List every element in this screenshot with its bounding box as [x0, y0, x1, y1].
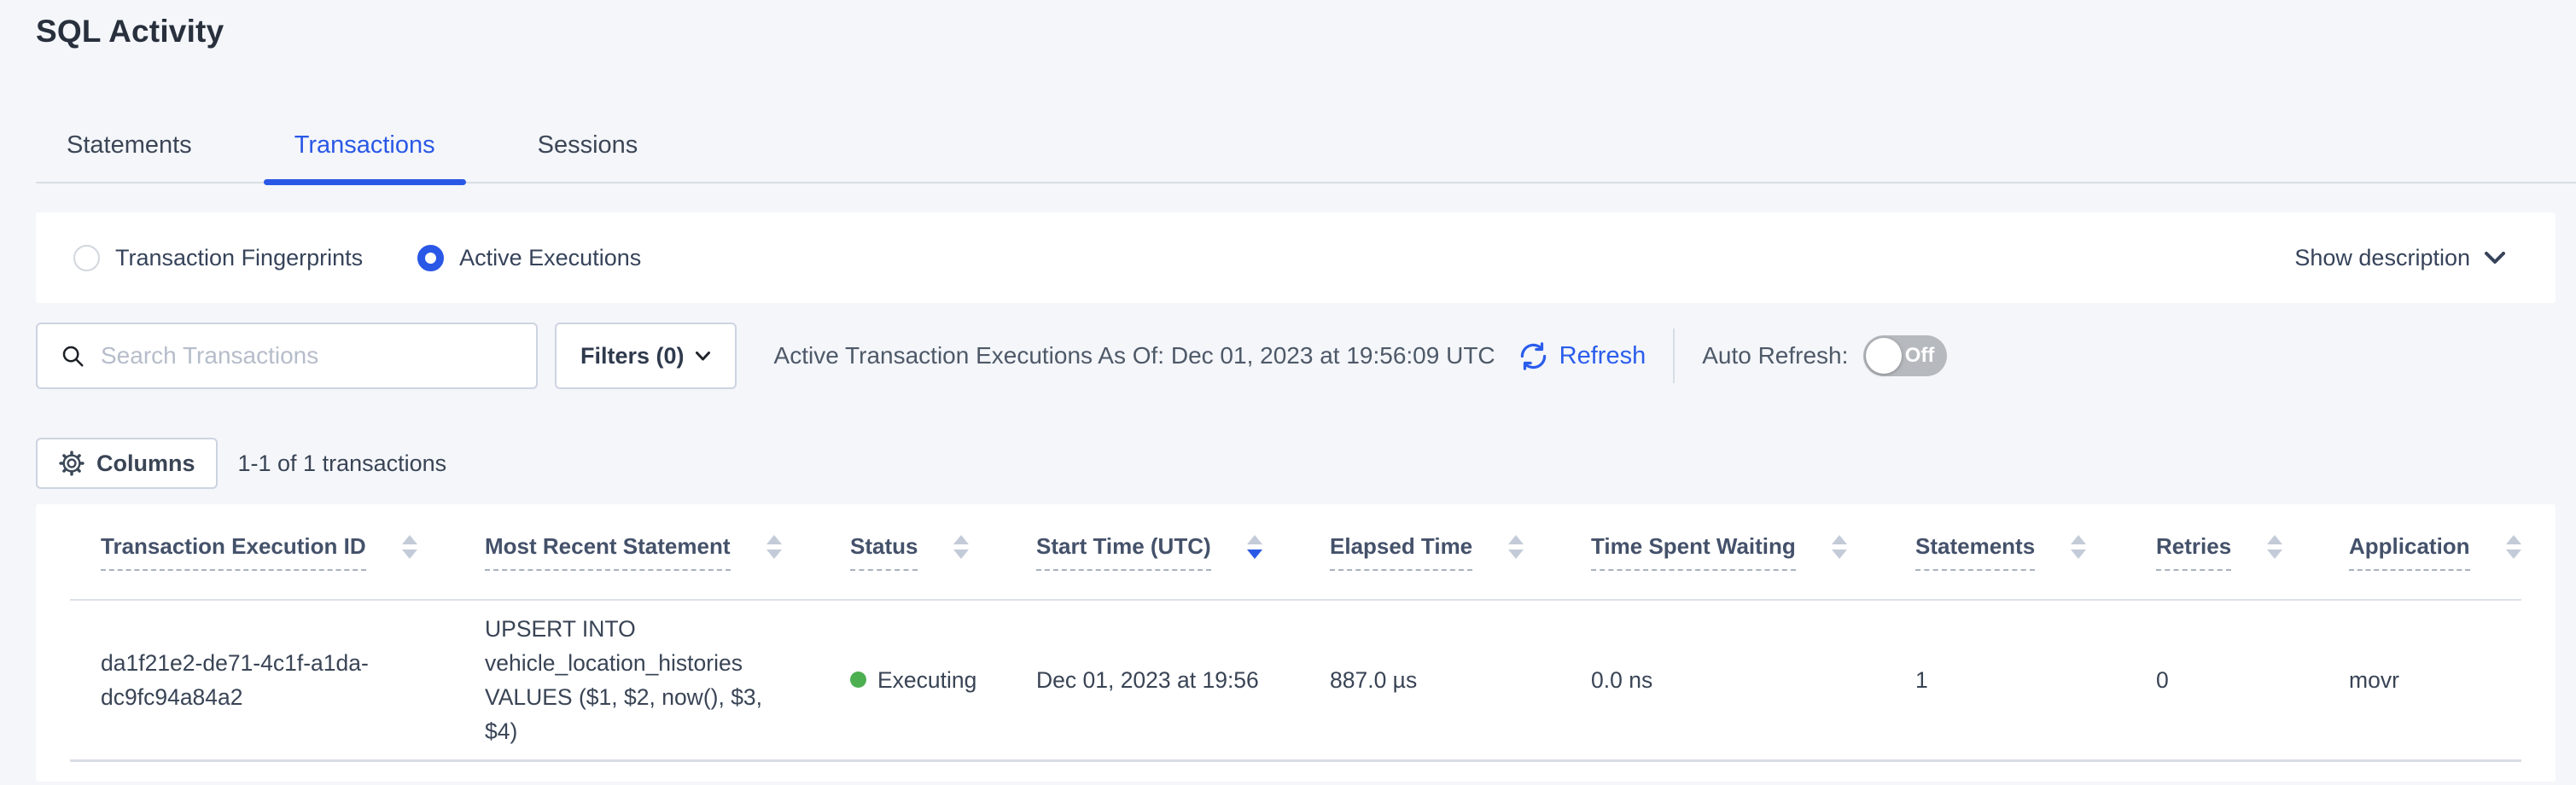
table-row: da1f21e2-de71-4c1f-a1da-dc9fc94a84a2 UPS… [70, 600, 2521, 760]
sort-icon[interactable] [2071, 535, 2086, 559]
transactions-table-card: Transaction Execution ID Most Recent Sta… [36, 504, 2556, 782]
view-mode-radio-group: Transaction Fingerprints Active Executio… [73, 245, 641, 271]
tab-bar: Statements Transactions Sessions [36, 131, 2576, 183]
columns-button-label: Columns [96, 451, 195, 477]
header-retries[interactable]: Retries [2125, 504, 2318, 600]
sort-icon[interactable] [2267, 535, 2282, 559]
columns-button[interactable]: Columns [36, 438, 218, 489]
status-executing-dot [850, 672, 866, 688]
status-label: Executing [877, 663, 976, 697]
refresh-label: Refresh [1559, 342, 1646, 370]
vertical-divider [1673, 329, 1675, 383]
header-most-recent-statement[interactable]: Most Recent Statement [454, 504, 819, 600]
header-status[interactable]: Status [819, 504, 1005, 600]
result-count: 1-1 of 1 transactions [238, 451, 447, 477]
sort-icon[interactable] [2506, 535, 2521, 559]
radio-label: Active Executions [459, 245, 641, 271]
transactions-table: Transaction Execution ID Most Recent Sta… [70, 504, 2521, 762]
chevron-down-icon [2484, 251, 2506, 265]
tab-statements[interactable]: Statements [36, 131, 223, 182]
controls-row: Filters (0) Active Transaction Execution… [36, 322, 2556, 390]
sort-icon[interactable] [953, 535, 969, 559]
sort-icon-active[interactable] [1247, 535, 1262, 559]
cell-most-recent-statement: UPSERT INTO vehicle_location_histories V… [454, 600, 819, 760]
gear-icon [58, 450, 85, 477]
show-description-label: Show description [2294, 245, 2470, 271]
search-input[interactable] [101, 342, 519, 369]
header-statements[interactable]: Statements [1885, 504, 2125, 600]
refresh-icon [1518, 340, 1549, 372]
tab-sessions[interactable]: Sessions [507, 131, 669, 182]
search-box[interactable] [36, 323, 538, 389]
radio-selected-icon[interactable] [417, 245, 444, 271]
cell-statements: 1 [1885, 600, 2125, 760]
radio-active-executions[interactable]: Active Executions [417, 245, 641, 271]
search-icon [60, 343, 85, 369]
sort-icon[interactable] [766, 535, 782, 559]
sort-icon[interactable] [1508, 535, 1524, 559]
header-transaction-execution-id[interactable]: Transaction Execution ID [70, 504, 454, 600]
header-application[interactable]: Application [2318, 504, 2521, 600]
as-of-timestamp: Active Transaction Executions As Of: Dec… [774, 342, 1495, 369]
cell-elapsed-time: 887.0 µs [1299, 600, 1560, 760]
cell-start-time: Dec 01, 2023 at 19:56 [1005, 600, 1299, 760]
chevron-down-icon [695, 351, 711, 362]
header-time-spent-waiting[interactable]: Time Spent Waiting [1560, 504, 1885, 600]
sort-icon[interactable] [402, 535, 417, 559]
radio-unselected-icon[interactable] [73, 245, 100, 271]
radio-transaction-fingerprints[interactable]: Transaction Fingerprints [73, 245, 363, 271]
cell-status: Executing [819, 600, 1005, 760]
auto-refresh-toggle[interactable]: Off [1863, 335, 1947, 376]
auto-refresh-label: Auto Refresh: [1702, 342, 1848, 369]
table-header-row: Transaction Execution ID Most Recent Sta… [70, 504, 2521, 600]
view-mode-card: Transaction Fingerprints Active Executio… [36, 212, 2556, 303]
toggle-knob[interactable] [1866, 338, 1902, 374]
cell-time-spent-waiting: 0.0 ns [1560, 600, 1885, 760]
toggle-state-label: Off [1905, 344, 1935, 368]
page-title: SQL Activity [36, 14, 2576, 49]
refresh-button[interactable]: Refresh [1518, 340, 1646, 372]
cell-transaction-execution-id[interactable]: da1f21e2-de71-4c1f-a1da-dc9fc94a84a2 [70, 600, 454, 760]
show-description-toggle[interactable]: Show description [2294, 245, 2506, 271]
tab-transactions[interactable]: Transactions [264, 131, 466, 182]
table-toolbar: Columns 1-1 of 1 transactions [36, 438, 2556, 489]
radio-label: Transaction Fingerprints [115, 245, 363, 271]
filters-button[interactable]: Filters (0) [555, 323, 737, 389]
sort-icon[interactable] [1832, 535, 1847, 559]
cell-retries: 0 [2125, 600, 2318, 760]
filters-label: Filters (0) [580, 343, 685, 369]
header-elapsed-time[interactable]: Elapsed Time [1299, 504, 1560, 600]
cell-application: movr [2318, 600, 2521, 760]
header-start-time[interactable]: Start Time (UTC) [1005, 504, 1299, 600]
